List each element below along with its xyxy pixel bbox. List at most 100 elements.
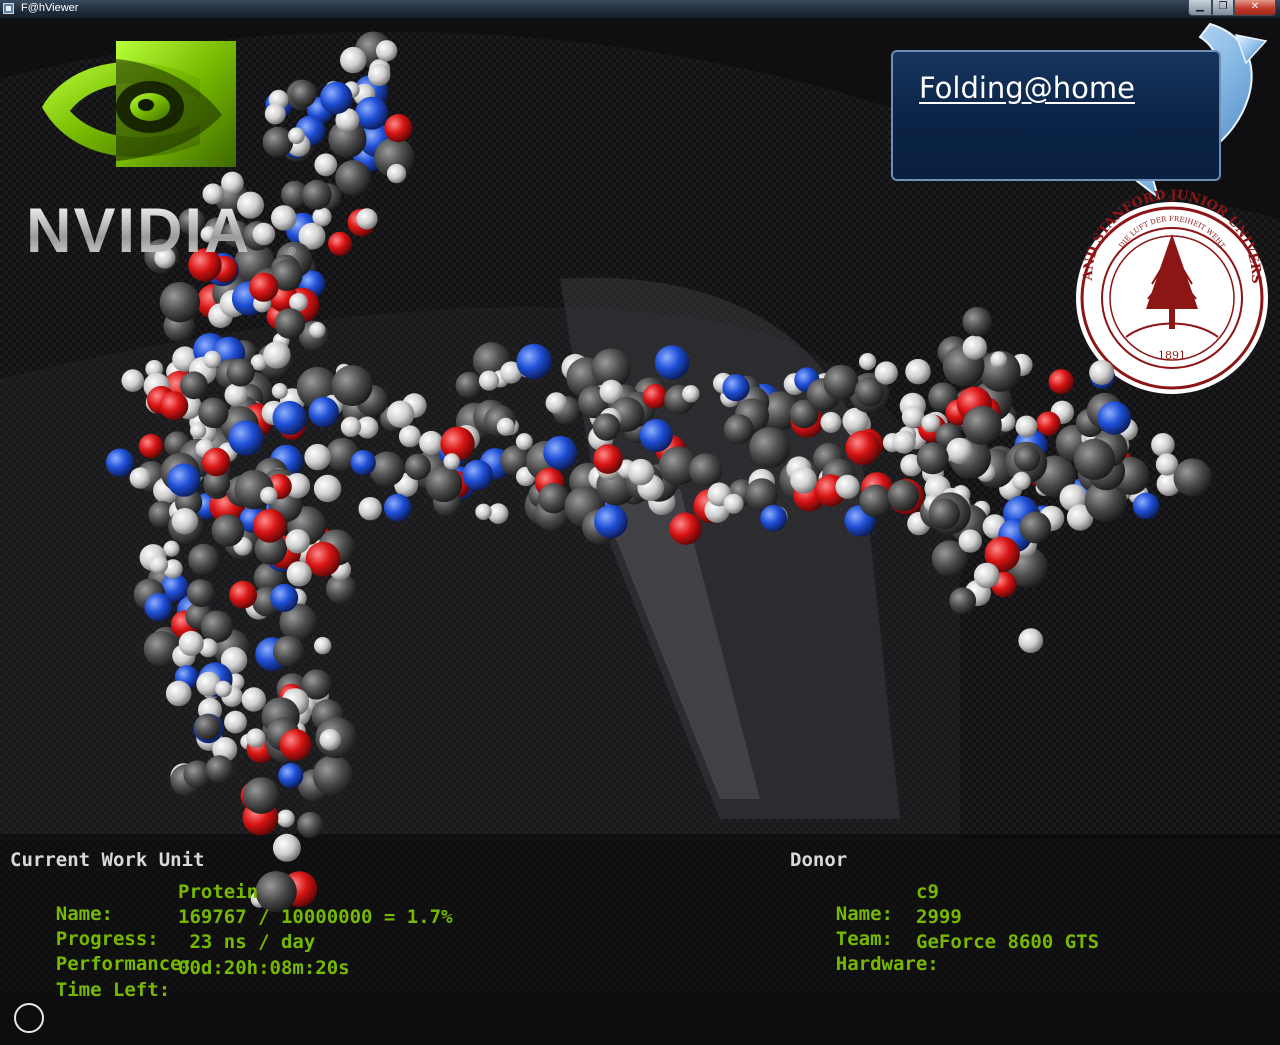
- atom: [823, 364, 859, 400]
- atom: [246, 728, 266, 748]
- atom: [543, 435, 578, 470]
- seal-year: 1891: [1158, 349, 1186, 362]
- close-icon[interactable]: ✕: [1234, 0, 1276, 16]
- atom: [319, 729, 342, 751]
- atom: [121, 369, 145, 392]
- atom: [1173, 458, 1212, 497]
- atom: [229, 580, 257, 609]
- atom: [224, 710, 247, 734]
- atom: [1012, 471, 1031, 491]
- row-label: Hardware:: [835, 953, 939, 975]
- atom: [425, 465, 463, 503]
- atom: [271, 205, 297, 231]
- atom: [404, 453, 431, 480]
- folding-home-panel[interactable]: [891, 50, 1221, 181]
- atom: [129, 467, 151, 489]
- atom: [186, 579, 215, 607]
- atom: [443, 453, 460, 470]
- atom: [328, 231, 352, 256]
- atom: [516, 343, 552, 380]
- donor-heading: Donor: [790, 849, 848, 871]
- atom: [749, 427, 791, 468]
- atom: [252, 509, 287, 543]
- atom: [249, 272, 279, 302]
- atom: [358, 497, 382, 521]
- atom: [723, 414, 754, 445]
- atom: [203, 350, 222, 369]
- atom: [285, 529, 310, 554]
- atom: [594, 504, 628, 539]
- atom: [340, 416, 362, 437]
- folding-home-link[interactable]: Folding@home: [919, 71, 1135, 105]
- atom: [144, 593, 173, 622]
- atom: [990, 351, 1008, 369]
- atom: [1015, 415, 1038, 438]
- atom: [949, 587, 977, 615]
- atom: [642, 384, 668, 409]
- atom: [270, 583, 299, 612]
- atom: [290, 81, 317, 108]
- atom: [202, 447, 231, 477]
- atom: [419, 430, 444, 456]
- atom: [515, 433, 533, 451]
- atom: [314, 637, 332, 655]
- atom: [159, 391, 189, 421]
- atom: [320, 81, 353, 114]
- atom: [200, 610, 233, 643]
- atom: [654, 345, 690, 380]
- atom: [1097, 401, 1132, 435]
- atom: [916, 442, 949, 475]
- row-label: Time Left:: [55, 979, 171, 1001]
- atom: [190, 422, 207, 439]
- atom: [820, 411, 842, 433]
- atom: [593, 444, 623, 474]
- atom: [790, 466, 817, 494]
- atom: [859, 353, 877, 371]
- atom: [313, 474, 342, 503]
- row-value: 2999: [916, 906, 962, 928]
- seal-motto: DIE LUFT DER FREIHEIT WEHT: [1118, 215, 1227, 250]
- atom: [478, 370, 500, 391]
- atom: [335, 160, 371, 196]
- atom: [279, 728, 312, 761]
- atom: [892, 430, 916, 454]
- atom: [309, 322, 326, 339]
- svg-text:DIE LUFT DER FREIHEIT WEHT: DIE LUFT DER FREIHEIT WEHT: [1118, 215, 1227, 250]
- atom: [1018, 628, 1044, 653]
- atom: [760, 504, 787, 532]
- atom: [252, 222, 276, 246]
- atom: [171, 508, 199, 535]
- atom: [688, 453, 723, 487]
- atom: [228, 420, 264, 456]
- atom: [194, 713, 221, 741]
- atom: [165, 680, 192, 707]
- maximize-icon[interactable]: ❐: [1212, 0, 1234, 16]
- atom: [639, 419, 673, 452]
- atom: [260, 486, 278, 505]
- atom: [312, 755, 353, 796]
- atom: [314, 153, 338, 177]
- atom: [263, 341, 291, 369]
- atom: [226, 358, 255, 387]
- row-value: 00d:20h:08m:20s: [178, 957, 350, 979]
- window-titlebar[interactable]: F@hViewer ▁ ❐ ✕: [0, 0, 1280, 19]
- atom: [682, 385, 700, 403]
- minimize-icon[interactable]: ▁: [1188, 0, 1212, 16]
- viewer-scene[interactable]: NVIDIA ® Folding@home LELAND STANFORD JU…: [0, 19, 1280, 1033]
- atom: [288, 127, 305, 144]
- atom: [159, 282, 201, 323]
- atom: [723, 493, 744, 514]
- atom: [887, 479, 920, 512]
- atom: [369, 451, 405, 487]
- atom: [592, 413, 621, 441]
- atom: [384, 114, 413, 143]
- atom: [350, 450, 376, 476]
- atom: [455, 371, 483, 399]
- atom: [301, 179, 332, 210]
- atom: [308, 396, 339, 428]
- atom: [221, 171, 244, 195]
- atom: [178, 630, 204, 656]
- atom: [278, 763, 304, 788]
- atom: [273, 635, 305, 667]
- atom: [167, 463, 201, 497]
